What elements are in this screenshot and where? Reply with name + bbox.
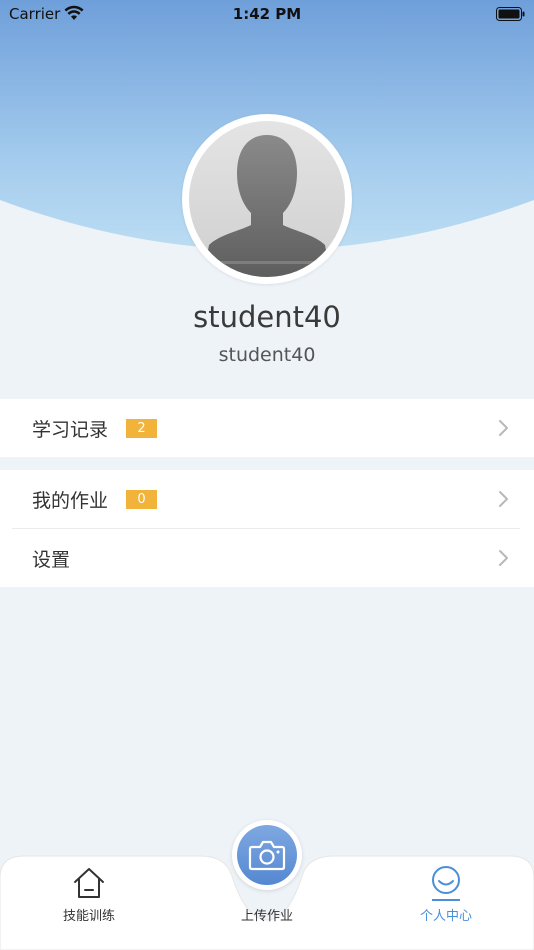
tab-label-upload[interactable]: 上传作业 [217,905,317,924]
menu-item-label: 我的作业 [32,490,109,512]
camera-icon [248,840,286,871]
count-badge: 2 [126,419,157,438]
battery-icon [496,7,525,21]
tab-label: 个人中心 [419,909,472,924]
chevron-right-icon [499,420,508,436]
home-icon [74,868,104,898]
menu-item-label: 学习记录 [32,419,109,441]
smile-profile-icon [432,866,460,901]
menu-group-records: 学习记录 2 [0,399,534,457]
clock: 1:42 PM [232,5,302,23]
status-bar: Carrier 1:42 PM [0,0,534,30]
chevron-right-icon [499,550,508,566]
menu-item-settings[interactable]: 设置 [0,529,534,587]
tab-personal-center[interactable]: 个人中心 [396,862,496,932]
chevron-right-icon [499,491,508,507]
menu-item-label: 设置 [32,549,71,571]
upload-homework-button[interactable] [232,820,302,890]
tab-skill-training[interactable]: 技能训练 [39,862,139,932]
camera-button-fill [237,825,297,885]
default-avatar-icon [189,121,345,277]
avatar[interactable] [182,114,352,284]
profile-id: student40 [218,344,316,366]
count-badge: 0 [126,490,157,509]
tab-label: 技能训练 [62,909,115,924]
menu-item-study-records[interactable]: 学习记录 2 [0,399,534,457]
profile-name: student40 [193,300,341,334]
menu-group-main: 我的作业 0 设置 [0,470,534,587]
menu-item-my-homework[interactable]: 我的作业 0 [0,470,534,528]
